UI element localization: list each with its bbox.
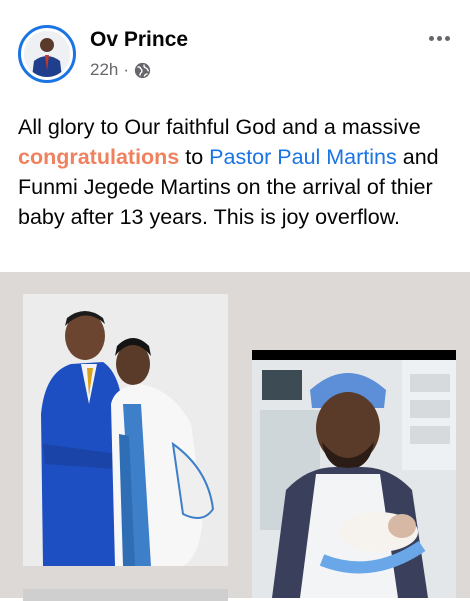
avatar-image — [24, 31, 70, 77]
photo-grid — [0, 272, 470, 601]
more-dot-icon — [444, 35, 450, 41]
more-options-button[interactable] — [422, 26, 456, 50]
globe-icon[interactable] — [134, 62, 151, 79]
meta-separator: · — [123, 60, 130, 79]
post-text-part: to — [179, 145, 210, 169]
doctor-baby-photo[interactable] — [252, 350, 456, 598]
post-text: All glory to Our faithful God and a mass… — [18, 112, 458, 232]
more-dot-icon — [428, 35, 434, 41]
highlight-word: congratulations — [18, 145, 180, 169]
avatar[interactable] — [18, 25, 76, 83]
third-photo-partial[interactable] — [23, 589, 228, 601]
more-dot-icon — [436, 35, 442, 41]
author-name[interactable]: Ov Prince — [90, 28, 188, 52]
couple-photo[interactable] — [23, 294, 228, 566]
post-text-part: All glory to Our faithful God and a mass… — [18, 115, 421, 139]
post-meta: 22h · — [90, 60, 151, 80]
tagged-user-link[interactable]: Pastor Paul Martins — [209, 145, 397, 169]
post-time[interactable]: 22h — [90, 60, 118, 80]
post-header: Ov Prince 22h · — [0, 0, 470, 100]
